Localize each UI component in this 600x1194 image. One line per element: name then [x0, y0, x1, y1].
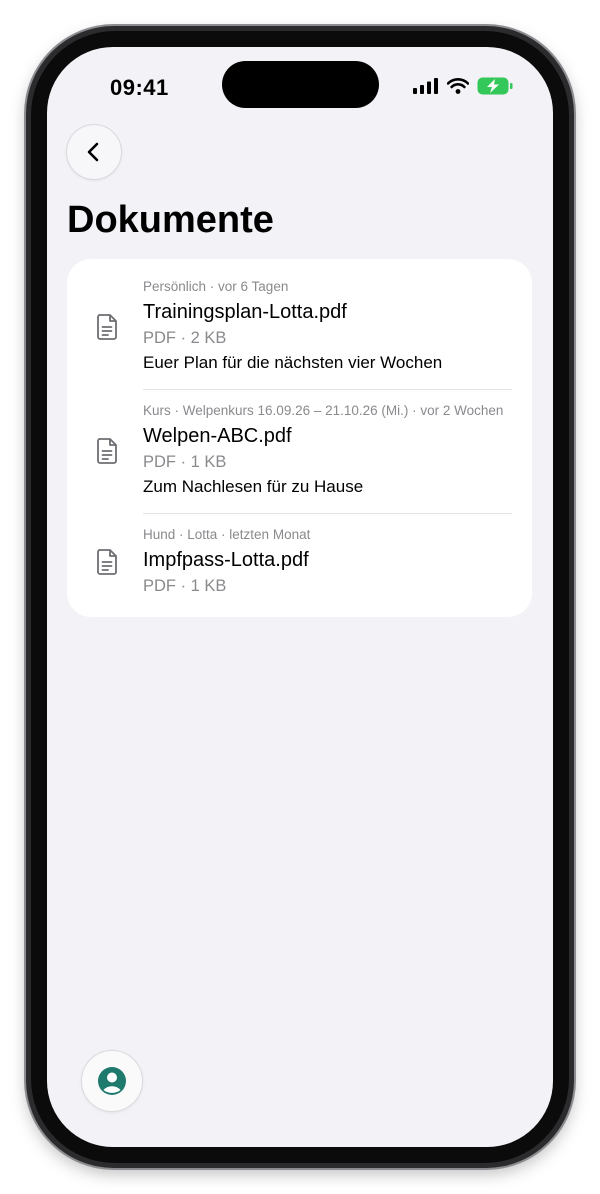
- document-size: PDF · 1 KB: [143, 453, 227, 471]
- status-time: 09:41: [110, 75, 169, 100]
- document-icon: [97, 314, 117, 340]
- document-name: Welpen-ABC.pdf: [143, 425, 292, 447]
- document-item-trainingsplan[interactable]: Persönlich · vor 6 Tagen Trainingsplan-L…: [67, 265, 532, 389]
- wifi-icon: [447, 78, 469, 94]
- user-profile-icon: [98, 1067, 126, 1095]
- document-description: Zum Nachlesen für zu Hause: [143, 477, 364, 496]
- document-meta: Kurs · Welpenkurs 16.09.26 – 21.10.26 (M…: [143, 403, 504, 418]
- signal-icon: [413, 78, 438, 94]
- page-title: Dokumente: [67, 199, 274, 241]
- battery-charging-icon: [477, 77, 513, 95]
- document-size: PDF · 2 KB: [143, 329, 227, 347]
- document-description: Euer Plan für die nächsten vier Wochen: [143, 353, 443, 372]
- back-button[interactable]: [66, 124, 122, 180]
- documents-list: Persönlich · vor 6 Tagen Trainingsplan-L…: [67, 259, 532, 617]
- screen: 09:41 Dokumente Persönlich · vor 6 Tagen…: [47, 47, 553, 1147]
- document-item-welpen-abc[interactable]: Kurs · Welpenkurs 16.09.26 – 21.10.26 (M…: [67, 389, 532, 513]
- document-icon: [97, 438, 117, 464]
- document-name: Impfpass-Lotta.pdf: [143, 549, 309, 571]
- chevron-left-icon: [87, 142, 99, 162]
- dynamic-island: [222, 61, 379, 108]
- document-meta: Persönlich · vor 6 Tagen: [143, 279, 289, 294]
- status-icons: [413, 77, 513, 95]
- document-name: Trainingsplan-Lotta.pdf: [143, 301, 347, 323]
- document-size: PDF · 1 KB: [143, 577, 227, 595]
- document-icon: [97, 549, 117, 575]
- document-meta: Hund · Lotta · letzten Monat: [143, 527, 311, 542]
- profile-button[interactable]: [81, 1050, 143, 1112]
- document-item-impfpass[interactable]: Hund · Lotta · letzten Monat Impfpass-Lo…: [67, 513, 532, 611]
